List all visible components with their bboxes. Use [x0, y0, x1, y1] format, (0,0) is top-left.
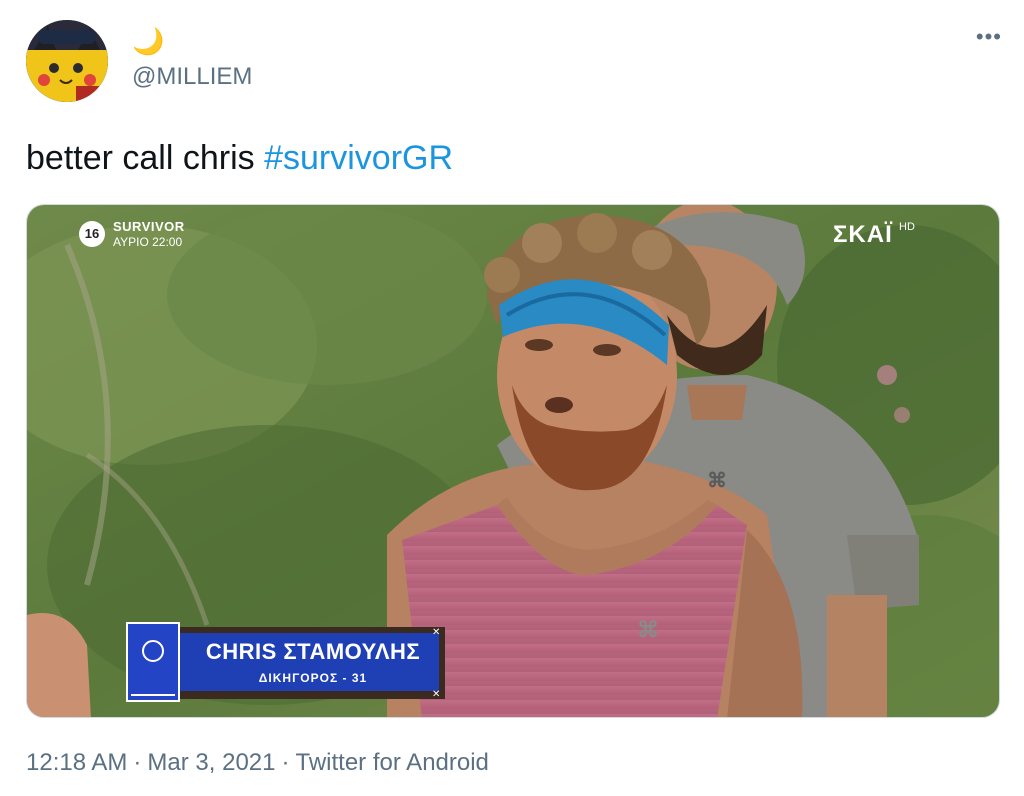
tweet-footer: 12:18 AM · Mar 3, 2021 · Twitter for Android: [26, 746, 489, 780]
svg-text:✕: ✕: [432, 627, 440, 638]
footer-separator: ·: [281, 749, 290, 776]
video-still: ⌘ ⌘ ✕ ✕: [27, 205, 999, 717]
user-handle[interactable]: @MILLIEM: [132, 62, 252, 92]
svg-text:⌘: ⌘: [707, 470, 727, 492]
moon-emoji-display-name[interactable]: 🌙: [132, 28, 164, 54]
tweet-text: better call chris #survivorGR: [26, 136, 453, 180]
tweet-card: 🌙 @MILLIEM ••• better call chris #surviv…: [0, 0, 1024, 796]
svg-text:✕: ✕: [432, 689, 440, 700]
svg-text:⌘: ⌘: [637, 617, 659, 642]
more-options-icon[interactable]: •••: [976, 26, 1002, 48]
tweet-text-plain: better call chris: [26, 139, 265, 177]
tweet-time[interactable]: 12:18 AM: [26, 749, 127, 776]
hashtag-link[interactable]: #survivorGR: [264, 139, 453, 177]
avatar[interactable]: [26, 20, 108, 102]
avatar-image: [26, 20, 108, 102]
tweet-client[interactable]: Twitter for Android: [295, 749, 488, 776]
footer-separator: ·: [133, 749, 142, 776]
tweet-date[interactable]: Mar 3, 2021: [147, 749, 275, 776]
tweet-media-image[interactable]: ⌘ ⌘ ✕ ✕ 16 SURVIVOR ΑΥΡΙΟ 22:00 ΣΚΑΪ HD …: [26, 204, 1000, 718]
